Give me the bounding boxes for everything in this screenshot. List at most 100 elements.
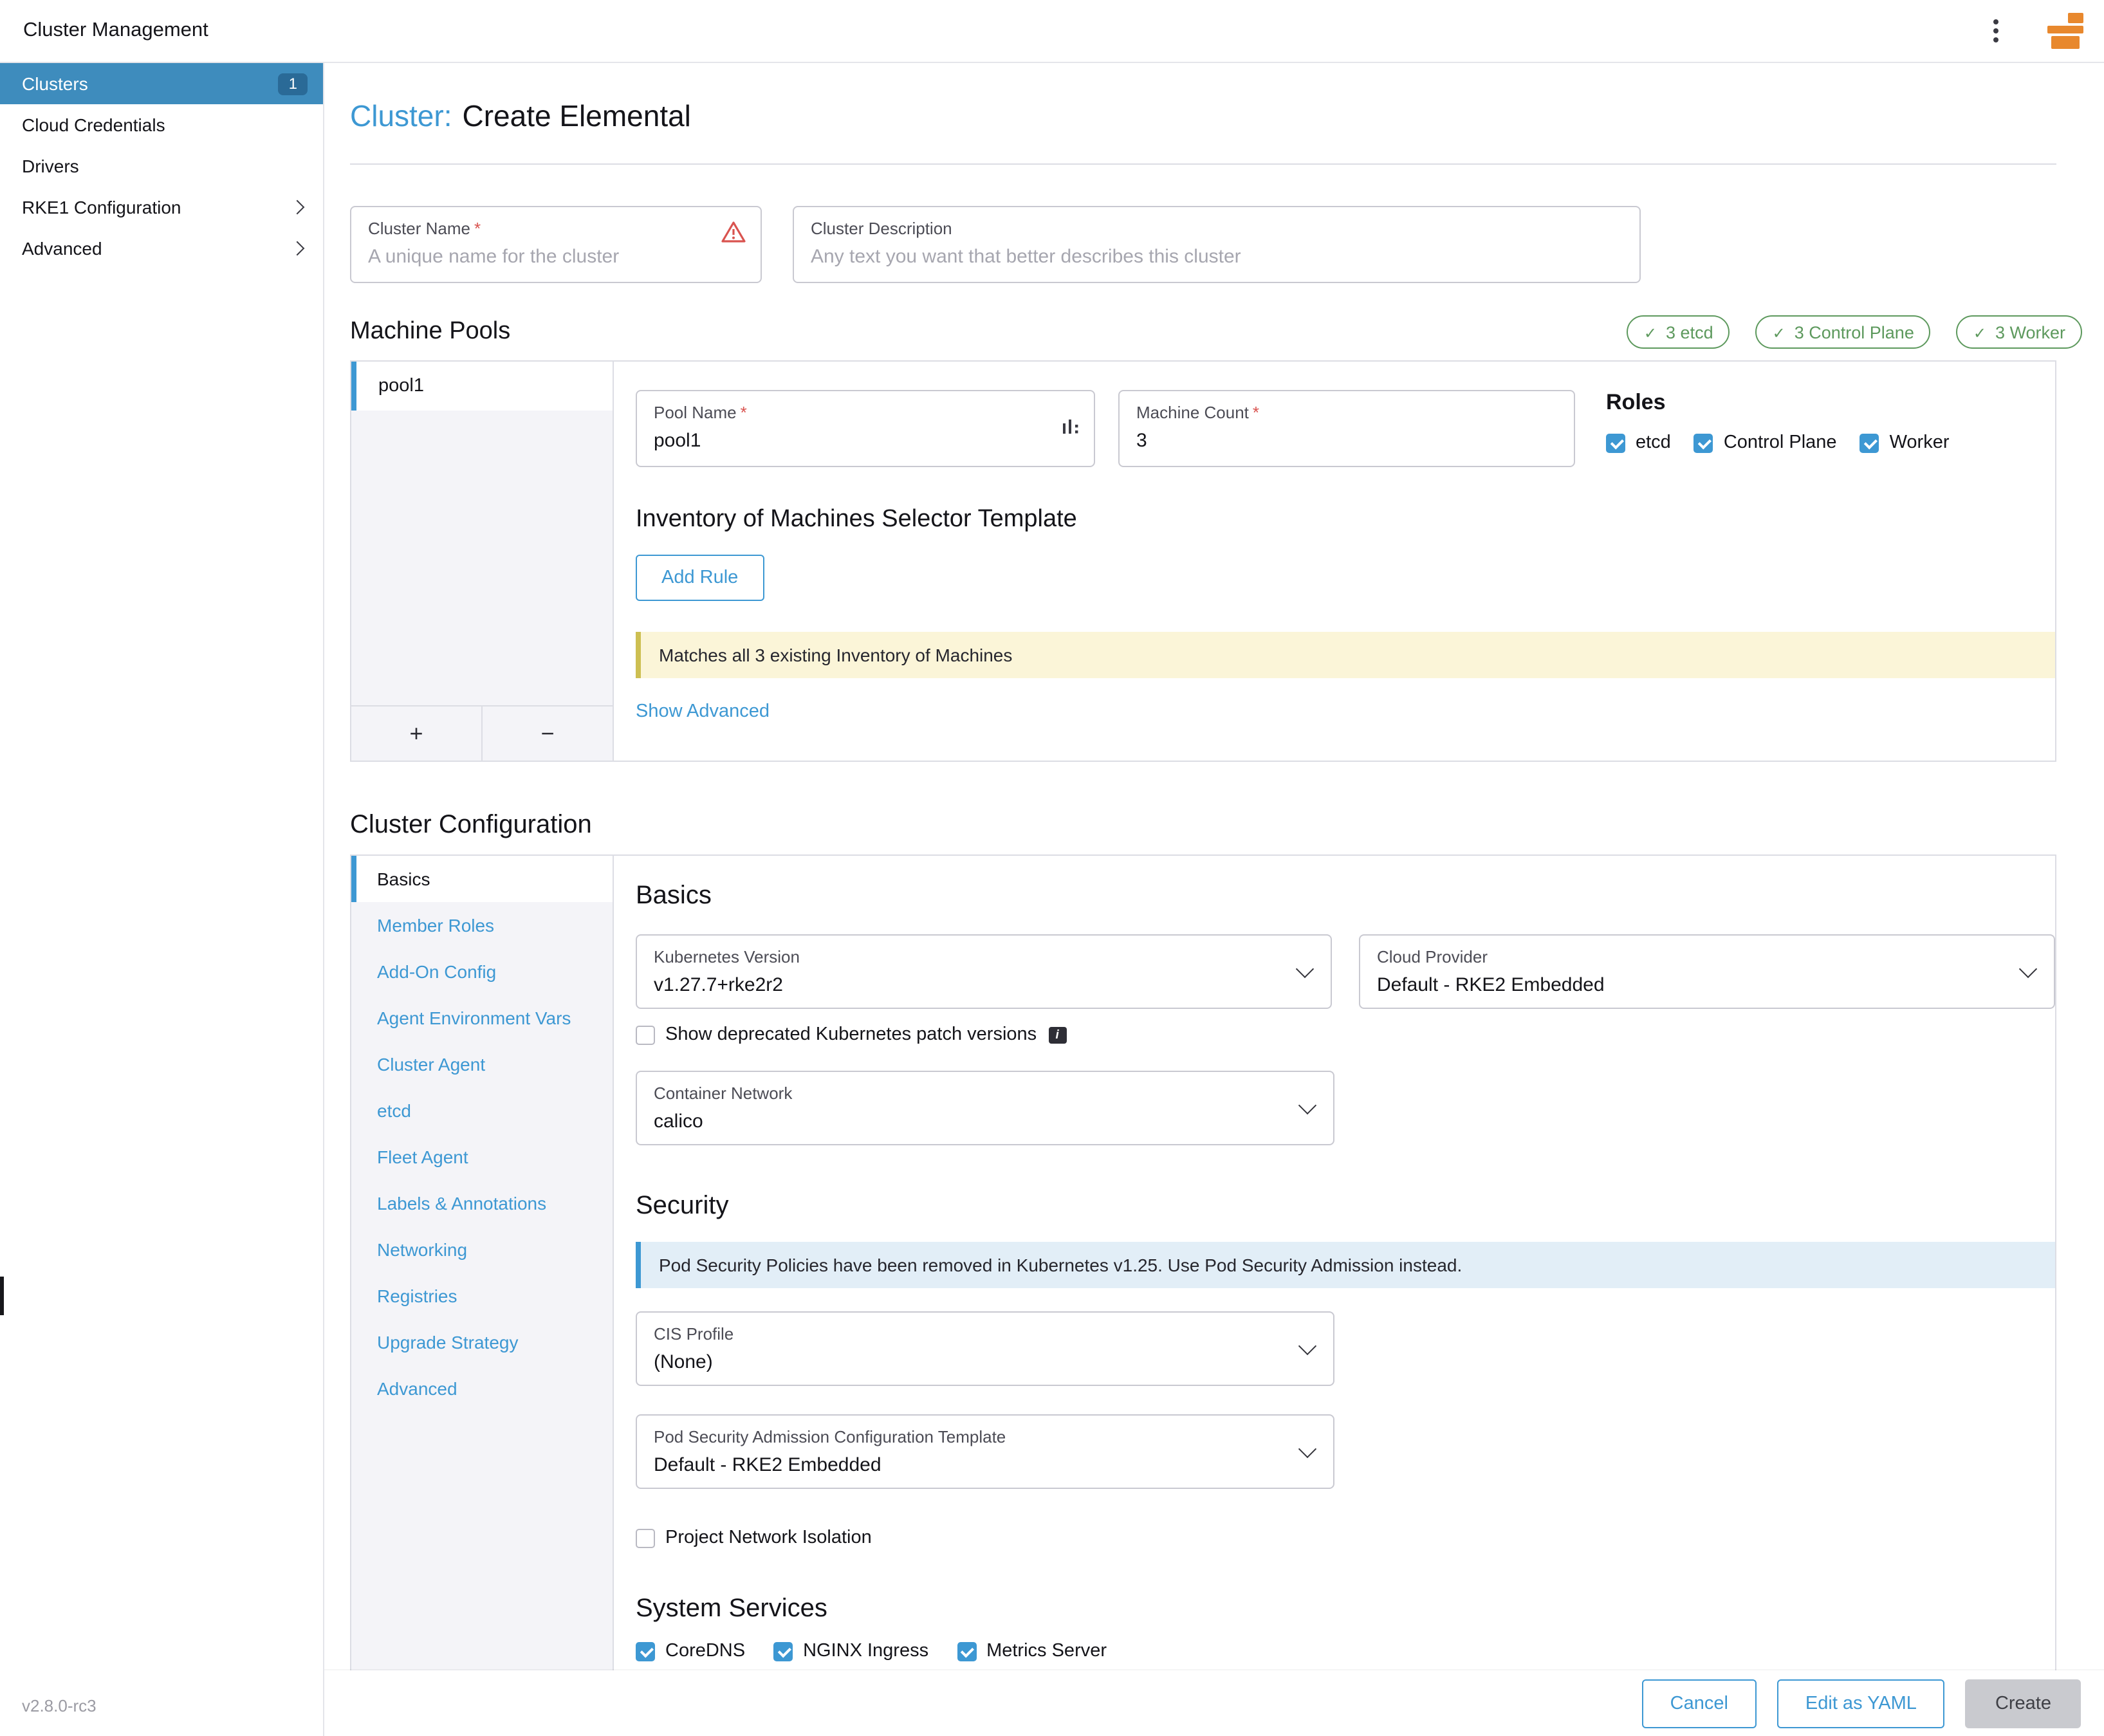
cluster-description-input[interactable] xyxy=(811,246,1623,268)
footer-actions: Cancel Edit as YAML Create xyxy=(324,1670,2104,1736)
version-label: v2.8.0-rc3 xyxy=(22,1696,97,1715)
show-deprecated-versions-checkbox[interactable]: Show deprecated Kubernetes patch version… xyxy=(636,1024,2055,1045)
machine-count-input[interactable] xyxy=(1136,430,1557,452)
machine-pools-title: Machine Pools xyxy=(350,318,510,346)
config-tab-labels-annotations[interactable]: Labels & Annotations xyxy=(351,1180,613,1226)
coredns-checkbox[interactable]: CoreDNS xyxy=(636,1641,745,1661)
machine-pools-header: Machine Pools 3 etcd 3 Control Plane 3 W… xyxy=(350,314,2082,350)
config-tab-member-roles[interactable]: Member Roles xyxy=(351,902,613,948)
chevron-right-icon xyxy=(290,200,305,215)
role-control-plane-checkbox[interactable]: Control Plane xyxy=(1694,432,1837,453)
sidebar-item-drivers[interactable]: Drivers xyxy=(0,145,323,187)
container-network-select[interactable]: Container Network calico xyxy=(636,1071,1334,1145)
config-tab-basics[interactable]: Basics xyxy=(351,856,613,902)
info-icon[interactable] xyxy=(1048,1026,1066,1043)
pool-name-field[interactable]: Pool Name* xyxy=(636,390,1095,467)
sidebar-item-label: Cloud Credentials xyxy=(22,115,165,135)
add-pool-button[interactable]: + xyxy=(351,706,483,761)
config-tab-agent-environment-vars[interactable]: Agent Environment Vars xyxy=(351,995,613,1041)
cloud-provider-label: Cloud Provider xyxy=(1377,947,2010,968)
kubernetes-version-label: Kubernetes Version xyxy=(654,947,1287,968)
chevron-down-icon xyxy=(1298,1440,1316,1458)
pool-name-label: Pool Name* xyxy=(654,403,1077,423)
rancher-logo-icon xyxy=(2045,12,2086,50)
app-title: Cluster Management xyxy=(23,19,208,42)
nginx-ingress-checkbox[interactable]: NGINX Ingress xyxy=(773,1641,928,1661)
cloud-provider-value: Default - RKE2 Embedded xyxy=(1377,974,2010,996)
title-divider xyxy=(350,163,2056,165)
pool-name-input[interactable] xyxy=(654,430,1077,452)
pool-name-bars-icon[interactable] xyxy=(1062,417,1080,435)
required-asterisk: * xyxy=(474,219,481,238)
checkbox-checked-icon xyxy=(1860,433,1879,452)
add-rule-button[interactable]: Add Rule xyxy=(636,555,764,601)
pool-tab-actions: + − xyxy=(351,705,613,761)
cancel-button[interactable]: Cancel xyxy=(1642,1679,1757,1728)
cluster-name-field[interactable]: Cluster Name* xyxy=(350,206,762,283)
page-title-prefix: Cluster: xyxy=(350,99,452,133)
inventory-selector-title: Inventory of Machines Selector Template xyxy=(636,506,2055,534)
check-icon xyxy=(1644,322,1657,342)
security-title: Security xyxy=(636,1192,2055,1221)
chevron-down-icon xyxy=(1298,1096,1316,1114)
config-tab-advanced[interactable]: Advanced xyxy=(351,1365,613,1412)
basics-title: Basics xyxy=(636,882,2055,911)
cluster-configuration-title: Cluster Configuration xyxy=(350,806,2056,844)
show-advanced-link[interactable]: Show Advanced xyxy=(636,701,770,722)
config-tab-registries[interactable]: Registries xyxy=(351,1273,613,1319)
checkbox-checked-icon xyxy=(1606,433,1625,452)
checkbox-checked-icon xyxy=(957,1641,976,1661)
sidebar-item-advanced[interactable]: Advanced xyxy=(0,228,323,269)
psa-template-value: Default - RKE2 Embedded xyxy=(654,1454,1289,1476)
kubernetes-version-value: v1.27.7+rke2r2 xyxy=(654,974,1287,996)
pool-tabs-column: pool1 + − xyxy=(351,362,614,761)
cluster-name-input[interactable] xyxy=(368,246,744,268)
main-content: Cluster:Create Elemental Cluster Name* xyxy=(324,63,2104,1670)
cluster-description-label: Cluster Description xyxy=(811,219,1623,239)
required-asterisk: * xyxy=(741,403,747,422)
config-tab-etcd[interactable]: etcd xyxy=(351,1087,613,1134)
cluster-configuration-card: Basics Member Roles Add-On Config Agent … xyxy=(350,854,2056,1670)
metrics-server-checkbox[interactable]: Metrics Server xyxy=(957,1641,1107,1661)
config-tab-fleet-agent[interactable]: Fleet Agent xyxy=(351,1134,613,1180)
machine-count-label: Machine Count* xyxy=(1136,403,1557,423)
cloud-provider-select[interactable]: Cloud Provider Default - RKE2 Embedded xyxy=(1359,934,2055,1009)
sidebar: Clusters 1 Cloud Credentials Drivers RKE… xyxy=(0,63,324,1736)
kebab-menu-icon[interactable] xyxy=(1980,13,2011,49)
pool-summary-badges: 3 etcd 3 Control Plane 3 Worker xyxy=(1627,315,2082,349)
checkbox-checked-icon xyxy=(636,1641,655,1661)
psa-template-label: Pod Security Admission Configuration Tem… xyxy=(654,1427,1289,1448)
clusters-count-badge: 1 xyxy=(279,73,308,95)
config-tab-upgrade-strategy[interactable]: Upgrade Strategy xyxy=(351,1319,613,1365)
project-network-isolation-checkbox[interactable]: Project Network Isolation xyxy=(636,1528,2055,1548)
main-panel: Cluster:Create Elemental Cluster Name* xyxy=(324,63,2104,1736)
cluster-description-field[interactable]: Cluster Description xyxy=(793,206,1641,283)
remove-pool-button[interactable]: − xyxy=(483,706,613,761)
machine-count-field[interactable]: Machine Count* xyxy=(1118,390,1575,467)
pool-tab-pool1[interactable]: pool1 xyxy=(351,362,613,411)
left-edge-handle[interactable] xyxy=(0,1277,4,1315)
chevron-right-icon xyxy=(290,241,305,256)
worker-count-badge: 3 Worker xyxy=(1957,315,2082,349)
role-worker-checkbox[interactable]: Worker xyxy=(1860,432,1950,453)
checkbox-checked-icon xyxy=(773,1641,793,1661)
etcd-count-badge: 3 etcd xyxy=(1627,315,1730,349)
sidebar-item-cloud-credentials[interactable]: Cloud Credentials xyxy=(0,104,323,145)
kubernetes-version-select[interactable]: Kubernetes Version v1.27.7+rke2r2 xyxy=(636,934,1332,1009)
container-network-value: calico xyxy=(654,1111,1289,1132)
role-etcd-checkbox[interactable]: etcd xyxy=(1606,432,1671,453)
sidebar-item-clusters[interactable]: Clusters 1 xyxy=(0,63,323,104)
edit-as-yaml-button[interactable]: Edit as YAML xyxy=(1777,1679,1945,1728)
sidebar-item-label: RKE1 Configuration xyxy=(22,197,181,217)
system-services-title: System Services xyxy=(636,1594,2055,1624)
sidebar-item-label: Drivers xyxy=(22,156,79,176)
cis-profile-select[interactable]: CIS Profile (None) xyxy=(636,1311,1334,1386)
psa-template-select[interactable]: Pod Security Admission Configuration Tem… xyxy=(636,1414,1334,1489)
config-tab-networking[interactable]: Networking xyxy=(351,1226,613,1273)
config-tab-add-on-config[interactable]: Add-On Config xyxy=(351,948,613,995)
sidebar-item-rke1-configuration[interactable]: RKE1 Configuration xyxy=(0,187,323,228)
config-tab-cluster-agent[interactable]: Cluster Agent xyxy=(351,1041,613,1087)
create-button[interactable]: Create xyxy=(1966,1679,2081,1728)
control-plane-count-badge: 3 Control Plane xyxy=(1756,315,1931,349)
roles-title: Roles xyxy=(1606,390,1950,416)
